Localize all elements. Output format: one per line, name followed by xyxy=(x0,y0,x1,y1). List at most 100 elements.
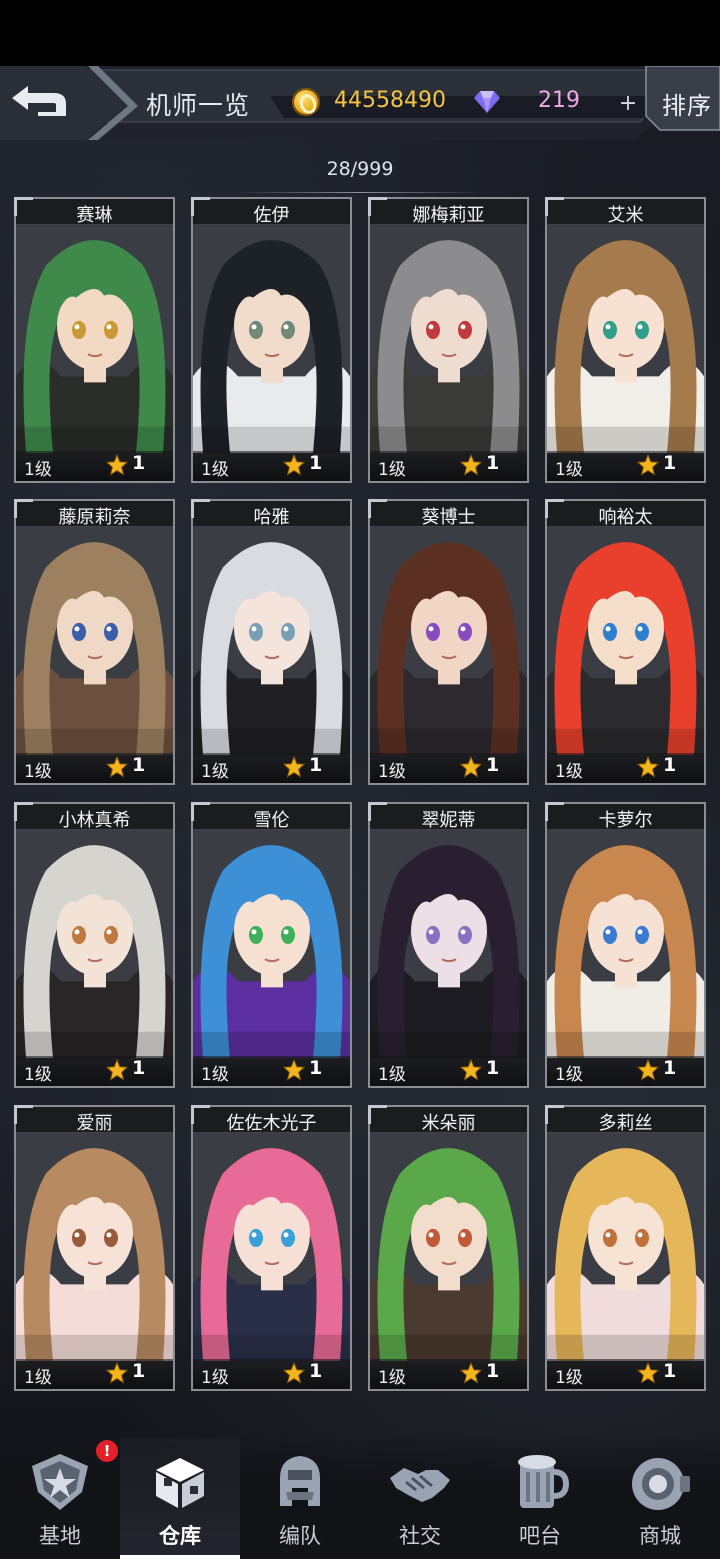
pilot-card[interactable]: 佐佐木光子 1级 1 xyxy=(191,1105,352,1391)
pilot-portrait xyxy=(547,527,704,755)
pilot-card[interactable]: 哈雅 1级 1 xyxy=(191,499,352,785)
pilot-card[interactable]: 藤原莉奈 1级 1 xyxy=(14,499,175,785)
pilot-card[interactable]: 佐伊 1级 1 xyxy=(191,197,352,483)
pilot-card[interactable]: 多莉丝 1级 1 xyxy=(545,1105,706,1391)
pilot-card[interactable]: 雪伦 1级 1 xyxy=(191,802,352,1088)
card-footer: 1级 1 xyxy=(193,1056,350,1086)
portrait-art xyxy=(547,830,704,1058)
nav-item-formation[interactable]: 编队 xyxy=(240,1438,360,1559)
nav-item-shop[interactable]: 商城 xyxy=(600,1438,720,1559)
pilot-level: 1级 xyxy=(378,762,406,782)
pilot-portrait xyxy=(16,830,173,1058)
pilot-level: 1级 xyxy=(24,762,52,782)
portrait-art xyxy=(370,527,527,755)
pilot-card[interactable]: 翠妮蒂 1级 1 xyxy=(368,802,529,1088)
portrait-art xyxy=(193,527,350,755)
pilot-stars: 1 xyxy=(486,452,500,474)
pilot-card[interactable]: 艾米 1级 1 xyxy=(545,197,706,483)
card-footer: 1级 1 xyxy=(16,753,173,783)
pilot-name: 佐伊 xyxy=(253,205,290,226)
star-icon xyxy=(106,1059,128,1081)
star-icon xyxy=(637,1362,659,1384)
pilot-portrait xyxy=(547,830,704,1058)
pilot-stars: 1 xyxy=(309,1360,323,1382)
pilot-portrait xyxy=(193,1133,350,1361)
star-icon xyxy=(460,454,482,476)
pilot-portrait xyxy=(370,527,527,755)
card-name-bar: 爱丽 xyxy=(14,1105,173,1134)
card-name-bar: 翠妮蒂 xyxy=(368,802,527,831)
card-name-bar: 佐佐木光子 xyxy=(191,1105,350,1134)
card-name-bar: 小林真希 xyxy=(14,802,173,831)
star-icon xyxy=(637,1059,659,1081)
pilot-card[interactable]: 葵博士 1级 1 xyxy=(368,499,529,785)
pilot-level: 1级 xyxy=(378,1368,406,1388)
pilot-level: 1级 xyxy=(24,460,52,480)
status-bar xyxy=(0,0,720,66)
portrait-art xyxy=(370,830,527,1058)
pilot-level: 1级 xyxy=(555,460,583,480)
portrait-art xyxy=(193,1133,350,1361)
gold-amount: 44558490 xyxy=(334,88,446,113)
portrait-art xyxy=(16,1133,173,1361)
portrait-art xyxy=(547,527,704,755)
pilot-card[interactable]: 响裕太 1级 1 xyxy=(545,499,706,785)
pilot-stars: 1 xyxy=(663,1360,677,1382)
pilot-level: 1级 xyxy=(378,1065,406,1085)
diamond-icon xyxy=(474,91,500,113)
card-footer: 1级 1 xyxy=(370,1359,527,1389)
pilot-stars: 1 xyxy=(309,754,323,776)
pilot-level: 1级 xyxy=(555,1065,583,1085)
card-footer: 1级 1 xyxy=(547,753,704,783)
card-footer: 1级 1 xyxy=(193,451,350,481)
star-icon xyxy=(283,1362,305,1384)
pilot-portrait xyxy=(16,1133,173,1361)
sort-label: 排序 xyxy=(662,92,712,120)
back-arrow-icon xyxy=(12,86,66,116)
pilot-level: 1级 xyxy=(24,1368,52,1388)
bar-icon xyxy=(506,1448,574,1516)
nav-item-handshake[interactable]: 社交 xyxy=(360,1438,480,1559)
portrait-art xyxy=(16,830,173,1058)
star-icon xyxy=(637,454,659,476)
star-icon xyxy=(106,454,128,476)
pilot-card[interactable]: 爱丽 1级 1 xyxy=(14,1105,175,1391)
nav-item-warehouse[interactable]: 仓库 xyxy=(120,1438,240,1559)
pilot-stars: 1 xyxy=(486,1360,500,1382)
pilot-name: 赛琳 xyxy=(76,205,113,226)
pilot-portrait xyxy=(370,225,527,453)
handshake-icon xyxy=(386,1448,454,1516)
nav-item-bar[interactable]: 吧台 xyxy=(480,1438,600,1559)
card-name-bar: 雪伦 xyxy=(191,802,350,831)
gem-amount: 219 xyxy=(538,88,580,113)
pilot-card[interactable]: 小林真希 1级 1 xyxy=(14,802,175,1088)
add-gems-button[interactable]: + xyxy=(614,92,642,116)
card-footer: 1级 1 xyxy=(193,753,350,783)
pilot-name: 藤原莉奈 xyxy=(58,507,131,528)
card-footer: 1级 1 xyxy=(16,1359,173,1389)
app-screen: 机师一览 44558490 219 + 排序 28/999 赛琳 1级 1 佐伊… xyxy=(0,66,720,1559)
pilot-card[interactable]: 赛琳 1级 1 xyxy=(14,197,175,483)
card-footer: 1级 1 xyxy=(547,451,704,481)
star-icon xyxy=(637,756,659,778)
portrait-art xyxy=(16,225,173,453)
card-footer: 1级 1 xyxy=(370,451,527,481)
star-icon xyxy=(106,756,128,778)
pilot-level: 1级 xyxy=(555,762,583,782)
card-footer: 1级 1 xyxy=(547,1056,704,1086)
portrait-art xyxy=(370,225,527,453)
pilot-name: 卡萝尔 xyxy=(598,810,653,831)
portrait-art xyxy=(547,225,704,453)
back-button[interactable] xyxy=(8,80,70,122)
nav-label: 吧台 xyxy=(519,1524,561,1548)
sort-button[interactable]: 排序 xyxy=(650,72,720,132)
card-name-bar: 葵博士 xyxy=(368,499,527,528)
pilot-level: 1级 xyxy=(201,460,229,480)
card-name-bar: 卡萝尔 xyxy=(545,802,704,831)
nav-item-base[interactable]: 基地! xyxy=(0,1438,120,1559)
pilot-card[interactable]: 娜梅莉亚 1级 1 xyxy=(368,197,529,483)
card-name-bar: 藤原莉奈 xyxy=(14,499,173,528)
pilot-card[interactable]: 卡萝尔 1级 1 xyxy=(545,802,706,1088)
pilot-card[interactable]: 米朵丽 1级 1 xyxy=(368,1105,529,1391)
pilot-name: 多莉丝 xyxy=(598,1113,653,1134)
